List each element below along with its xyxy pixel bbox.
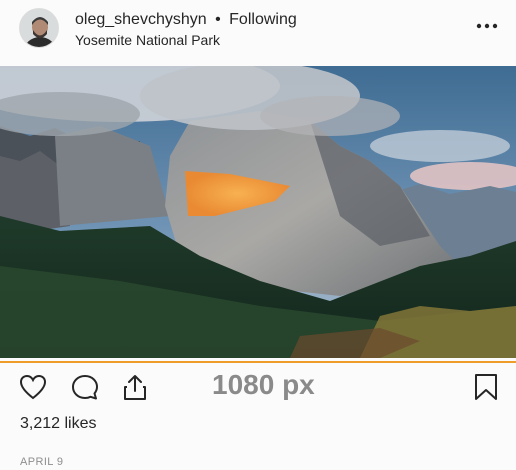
width-overlay-label: 1080 px	[212, 369, 315, 400]
action-bar: 1080 px	[0, 366, 516, 410]
comment-icon[interactable]	[70, 371, 100, 403]
more-options-icon[interactable]	[476, 19, 498, 33]
share-icon[interactable]	[120, 371, 150, 403]
post-photo[interactable]	[0, 66, 516, 358]
follow-status-button[interactable]: Following	[229, 11, 297, 28]
avatar[interactable]	[19, 8, 59, 48]
heart-icon[interactable]	[18, 371, 48, 403]
post-date: APRIL 9	[20, 456, 64, 468]
likes-count[interactable]: 3,212 likes	[20, 414, 97, 434]
location-link[interactable]: Yosemite National Park	[75, 31, 220, 49]
orange-divider	[0, 361, 516, 363]
post-header: oleg_shevchyshyn • Following Yosemite Na…	[0, 0, 516, 64]
username-link[interactable]: oleg_shevchyshyn	[75, 11, 207, 28]
bookmark-icon[interactable]	[472, 371, 502, 403]
yosemite-image	[0, 66, 516, 358]
avatar-image	[20, 9, 58, 47]
username-line: oleg_shevchyshyn • Following	[75, 10, 297, 30]
separator-dot: •	[215, 11, 221, 28]
